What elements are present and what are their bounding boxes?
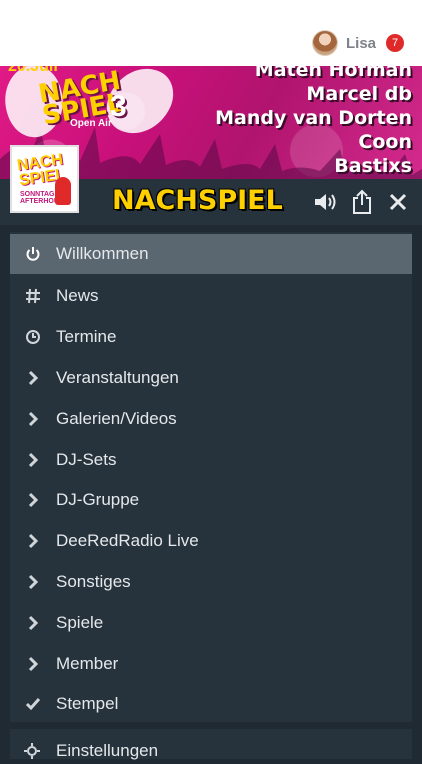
hash-icon bbox=[26, 289, 40, 304]
chevron-right-icon bbox=[28, 493, 39, 508]
lineup-artist: Marcel db bbox=[306, 83, 412, 105]
menu-item-label: Spiele bbox=[56, 612, 104, 632]
chevron-right-icon bbox=[28, 452, 39, 467]
menu-item-veranstaltungen[interactable]: Veranstaltungen bbox=[10, 358, 412, 399]
share-button[interactable] bbox=[347, 187, 377, 217]
menu-item-label: Galerien/Videos bbox=[56, 408, 177, 428]
chevron-right-icon bbox=[28, 574, 39, 590]
app-logo[interactable]: NACH SPIEL SONNTAGS AFTERHOUR bbox=[10, 145, 79, 213]
avatar[interactable] bbox=[311, 30, 338, 56]
check-icon bbox=[25, 698, 41, 711]
power-icon bbox=[26, 247, 40, 261]
menu-item-termine[interactable]: Termine bbox=[10, 317, 412, 358]
side-menu: Willkommen News Termine Veranstaltungen … bbox=[10, 232, 412, 722]
gear-icon bbox=[24, 743, 40, 759]
menu-item-galerien-videos[interactable]: Galerien/Videos bbox=[10, 398, 412, 439]
menu-item-sonstiges[interactable]: Sonstiges bbox=[10, 562, 412, 603]
event-date: 20.Juli bbox=[8, 66, 58, 75]
clock-icon bbox=[26, 330, 40, 345]
lineup-artist: Coon bbox=[358, 131, 412, 153]
event-subtitle: Open Air bbox=[70, 118, 112, 129]
lineup-artist: Bastixs bbox=[334, 155, 412, 177]
chevron-right-icon bbox=[28, 534, 39, 549]
menu-item-label: Einstellungen bbox=[56, 741, 159, 760]
menu-item-label: News bbox=[56, 286, 99, 306]
notification-badge[interactable]: 7 bbox=[386, 34, 404, 52]
chevron-right-icon bbox=[28, 411, 39, 426]
close-icon bbox=[389, 193, 407, 211]
menu-item-label: Sonstiges bbox=[56, 571, 131, 591]
lineup-list: Maten Hofman Marcel db Mandy van Dorten … bbox=[215, 66, 412, 178]
menu-item-label: Member bbox=[56, 653, 119, 673]
close-button[interactable] bbox=[383, 187, 413, 217]
top-bar: Lisa 7 bbox=[0, 0, 422, 66]
lineup-artist: Mandy van Dorten bbox=[215, 107, 412, 129]
menu-item-deeredradio-live[interactable]: DeeRedRadio Live bbox=[10, 521, 412, 562]
menu-item-label: DJ-Sets bbox=[56, 449, 117, 469]
menu-item-dj-sets[interactable]: DJ-Sets bbox=[10, 439, 412, 480]
menu-item-member[interactable]: Member bbox=[10, 643, 412, 684]
menu-item-news[interactable]: News bbox=[10, 276, 412, 317]
menu-item-stempel[interactable]: Stempel bbox=[10, 684, 412, 725]
menu-item-einstellungen[interactable]: Einstellungen bbox=[10, 729, 412, 760]
volume-button[interactable] bbox=[311, 187, 341, 217]
menu-item-willkommen[interactable]: Willkommen bbox=[10, 234, 412, 274]
share-icon bbox=[353, 189, 371, 214]
menu-item-label: DeeRedRadio Live bbox=[56, 531, 199, 551]
username[interactable]: Lisa bbox=[346, 35, 376, 52]
menu-item-spiele[interactable]: Spiele bbox=[10, 602, 412, 643]
chevron-right-icon bbox=[28, 656, 39, 671]
volume-icon bbox=[315, 194, 336, 210]
menu-item-dj-gruppe[interactable]: DJ-Gruppe bbox=[10, 480, 412, 521]
menu-item-label: Veranstaltungen bbox=[56, 367, 179, 387]
user-menu[interactable]: Lisa 7 bbox=[311, 30, 404, 56]
lineup-artist: Maten Hofman bbox=[254, 66, 412, 81]
menu-item-label: Stempel bbox=[56, 694, 119, 714]
brand-logo[interactable]: NACHSPIEL bbox=[112, 185, 283, 216]
event-edition: 3 bbox=[110, 90, 127, 123]
chevron-right-icon bbox=[28, 370, 39, 386]
menu-item-label: DJ-Gruppe bbox=[56, 490, 140, 510]
menu-item-label: Termine bbox=[56, 327, 117, 347]
logo-figure bbox=[55, 177, 71, 205]
menu-item-label: Willkommen bbox=[56, 244, 149, 263]
chevron-right-icon bbox=[28, 615, 39, 630]
